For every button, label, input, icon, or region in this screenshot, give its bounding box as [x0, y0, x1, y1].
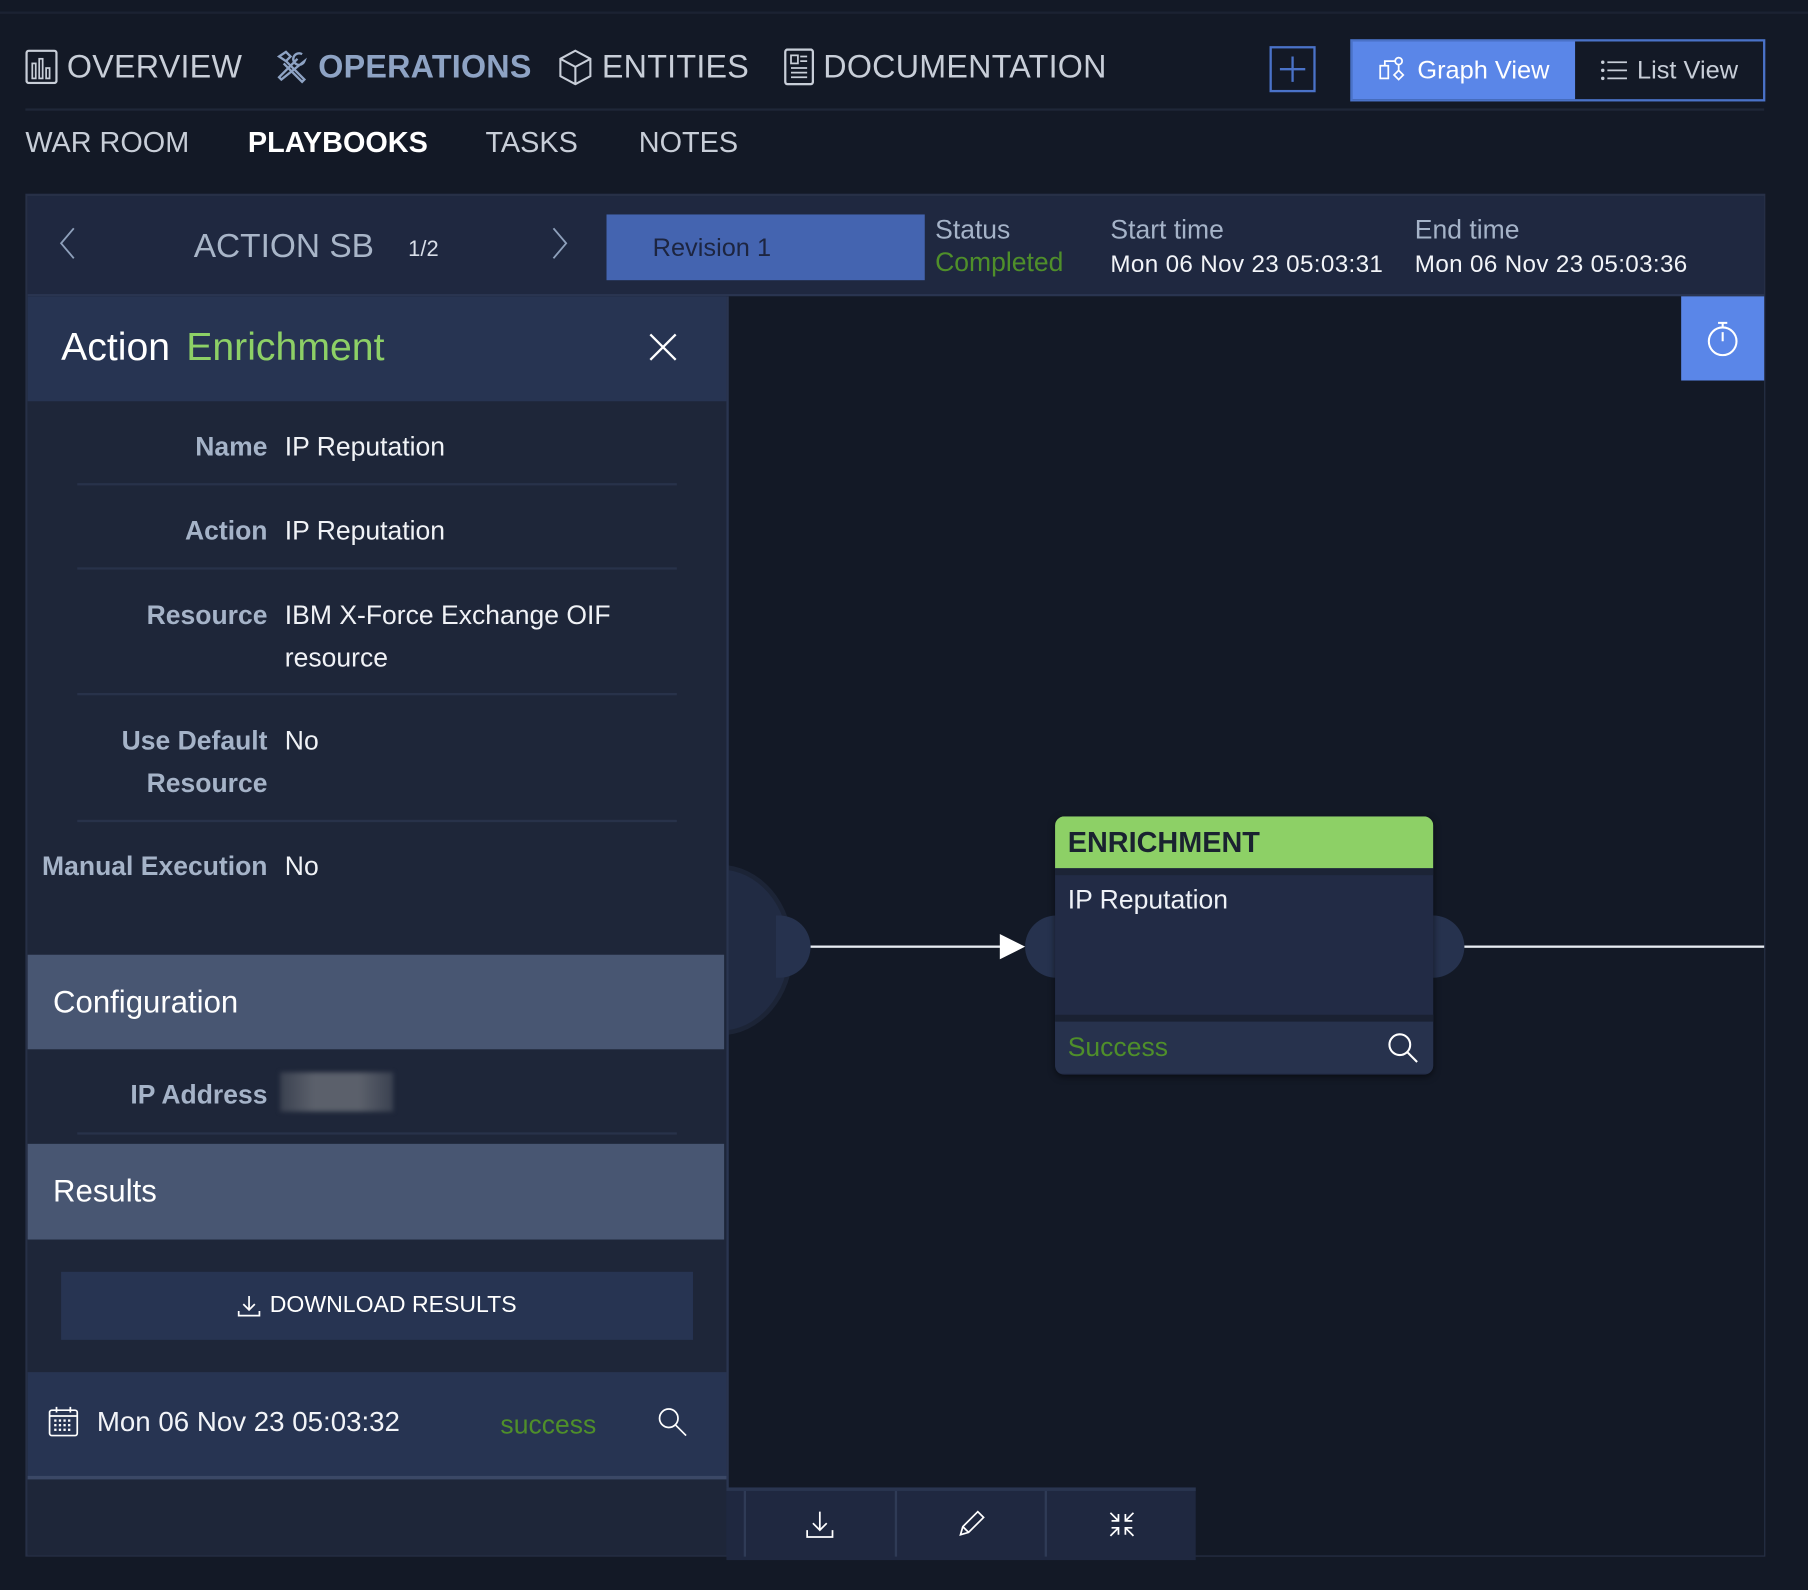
download-results-button[interactable]: DOWNLOAD RESULTS: [61, 1271, 693, 1340]
close-icon: [649, 333, 677, 361]
result-timestamp: Mon 06 Nov 23 05:03:32: [96, 1406, 400, 1438]
field-divider: [77, 567, 677, 570]
tools-icon: [276, 50, 308, 84]
tab-war-room[interactable]: WAR ROOM: [25, 127, 189, 160]
configuration-section-header[interactable]: Configuration: [27, 954, 725, 1050]
nav-operations-label: OPERATIONS: [318, 48, 532, 85]
nav-divider: [25, 108, 1765, 111]
start-time-label: Start time: [1110, 214, 1224, 245]
node-name: IP Reputation: [1055, 868, 1434, 1014]
status-value: Completed: [935, 246, 1064, 277]
download-icon: [806, 1511, 834, 1538]
tab-notes[interactable]: NOTES: [639, 127, 738, 160]
edit-button[interactable]: [894, 1490, 1045, 1557]
close-panel-button[interactable]: [646, 330, 681, 365]
playbook-pager: 1/2: [408, 237, 439, 262]
timer-button[interactable]: [1681, 296, 1765, 381]
cube-icon: [559, 49, 592, 86]
chevron-left-icon: [59, 227, 75, 259]
top-divider: [0, 11, 1808, 14]
graph-view-button[interactable]: Graph View: [1352, 41, 1576, 100]
canvas-toolbar: [726, 1487, 1196, 1561]
previous-playbook-button[interactable]: [58, 226, 76, 270]
graph-icon: [1379, 56, 1405, 81]
bar-chart-icon: [25, 49, 58, 85]
chevron-right-icon: [552, 227, 568, 259]
panel-title-type: Enrichment: [186, 325, 385, 369]
list-icon: [1600, 60, 1627, 81]
plus-icon: [1279, 56, 1306, 82]
arrow-head-icon: [999, 933, 1026, 960]
field-label-name: Name: [195, 431, 268, 462]
collapse-icon: [1109, 1511, 1134, 1536]
nav-overview[interactable]: OVERVIEW: [25, 44, 242, 90]
tab-tasks[interactable]: TASKS: [485, 127, 577, 160]
export-button[interactable]: [743, 1490, 895, 1557]
edge-start-to-enrichment: [810, 945, 1007, 948]
end-time-label: End time: [1414, 214, 1520, 245]
field-label-resource: Resource: [146, 599, 268, 630]
document-icon: [784, 48, 815, 86]
search-icon[interactable]: [1387, 1031, 1419, 1063]
nav-overview-label: OVERVIEW: [66, 48, 243, 85]
pencil-icon: [959, 1509, 985, 1536]
field-value-action: IP Reputation: [284, 515, 446, 546]
add-button[interactable]: [1269, 46, 1316, 93]
list-view-label: List View: [1636, 55, 1739, 85]
node-status: Success: [1067, 1031, 1168, 1062]
config-value-ip-address-redacted: [280, 1072, 394, 1112]
node-footer: Success: [1055, 1014, 1434, 1074]
field-divider: [77, 483, 677, 486]
nav-documentation[interactable]: DOCUMENTATION: [784, 44, 1107, 90]
revision-selector[interactable]: Revision 1: [606, 214, 925, 281]
nav-entities[interactable]: ENTITIES: [558, 44, 749, 90]
results-section-header[interactable]: Results: [27, 1143, 725, 1240]
start-time-value: Mon 06 Nov 23 05:03:31: [1110, 251, 1384, 278]
node-type: ENRICHMENT: [1055, 816, 1434, 869]
config-label-ip-address: IP Address: [130, 1079, 268, 1110]
enrichment-node[interactable]: ENRICHMENT IP Reputation Success: [1055, 816, 1434, 1075]
status-label: Status: [935, 214, 1011, 245]
graph-view-label: Graph View: [1417, 55, 1550, 85]
field-label-action: Action: [184, 515, 268, 546]
next-playbook-button[interactable]: [551, 226, 569, 270]
nav-documentation-label: DOCUMENTATION: [823, 48, 1107, 85]
field-value-name: IP Reputation: [284, 431, 446, 462]
field-divider: [77, 692, 677, 696]
field-label-use-default-resource: Use Default Resource: [121, 725, 268, 798]
view-toggle: Graph View List View: [1350, 39, 1766, 102]
panel-title: Action Enrichment: [61, 325, 384, 370]
edge-enrichment-out: [1464, 945, 1765, 948]
field-divider: [77, 819, 677, 823]
field-value-resource: IBM X-Force Exchange OIF resource: [284, 599, 611, 673]
field-value-use-default-resource: No: [284, 725, 319, 756]
field-label-manual-execution: Manual Execution: [42, 850, 268, 881]
playbook-execution-screen: OVERVIEW OPERATIONS ENTITIES DOCUMENTATI…: [0, 0, 1808, 1590]
download-results-label: DOWNLOAD RESULTS: [269, 1292, 517, 1318]
view-result-search-icon[interactable]: [657, 1407, 687, 1437]
nav-operations[interactable]: OPERATIONS: [274, 44, 531, 90]
playbook-title: ACTION SB: [193, 228, 374, 266]
calendar-icon: [48, 1406, 79, 1437]
nav-entities-label: ENTITIES: [601, 48, 750, 85]
collapse-button[interactable]: [1045, 1490, 1196, 1557]
result-status: success: [500, 1409, 597, 1440]
end-time-value: Mon 06 Nov 23 05:03:36: [1414, 251, 1688, 278]
panel-title-prefix: Action: [61, 325, 171, 369]
field-divider: [77, 1132, 677, 1135]
download-icon: [237, 1295, 261, 1316]
tab-playbooks[interactable]: PLAYBOOKS: [248, 127, 428, 160]
field-value-manual-execution: No: [284, 850, 319, 881]
stopwatch-icon: [1707, 321, 1738, 356]
list-view-button[interactable]: List View: [1575, 42, 1763, 100]
